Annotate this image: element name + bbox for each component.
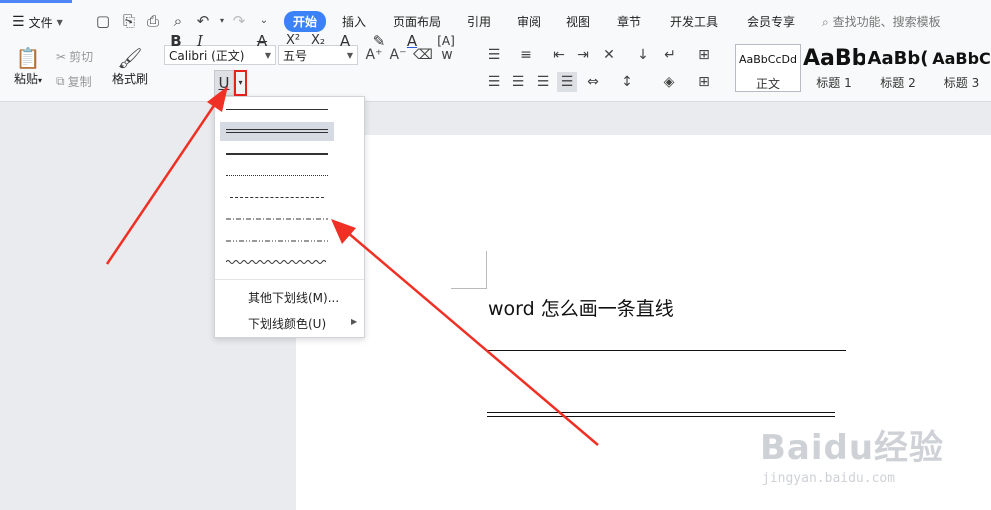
file-menu[interactable]: ☰ 文件 ▼ [12, 12, 63, 32]
numbered-list-icon[interactable]: ≡ [516, 45, 536, 65]
watermark-main: Baidu经验 [760, 428, 945, 468]
align-right-icon[interactable]: ☰ [533, 72, 553, 92]
document-text[interactable]: word 怎么画一条直线 [488, 294, 674, 321]
table-tools-icon[interactable]: ⊞ [694, 45, 714, 65]
brush-icon: 🖌 [117, 46, 143, 70]
more-underlines-item[interactable]: 其他下划线(M)... [248, 289, 339, 306]
line-spacing-icon[interactable]: ↕ [617, 72, 637, 92]
underline-option-single[interactable] [220, 100, 334, 119]
print-preview-icon[interactable]: ⌕ [169, 12, 187, 30]
clipboard-icon: 📋 [15, 46, 41, 70]
copy-button[interactable]: ⧉ 复制 [56, 73, 92, 90]
styles-gallery: AaBbCcDd 正文 AaBb 标题 1 AaBb( 标题 2 AaBbC 标… [735, 42, 991, 92]
underline-option-dashed[interactable] [220, 188, 334, 207]
tab-insert[interactable]: 插入 [342, 13, 366, 30]
increase-indent-icon[interactable]: ⇥ [573, 45, 593, 65]
underline-option-dotted[interactable] [220, 166, 334, 185]
highlight-icon[interactable]: ✎ [369, 30, 389, 52]
double-underline-line [487, 412, 835, 417]
underline-option-dash-dot-dot[interactable] [220, 232, 334, 251]
bold-button[interactable]: B [166, 30, 186, 52]
active-indicator [0, 0, 72, 3]
show-marks-icon[interactable]: ↵ [660, 45, 680, 65]
superscript-button[interactable]: X² [283, 30, 303, 52]
more-chevron-icon[interactable]: ⌄ [255, 12, 273, 30]
undo-chevron-icon[interactable]: ▾ [213, 12, 231, 30]
format-painter-label: 格式刷 [111, 72, 148, 86]
chevron-right-icon: ▶ [351, 317, 358, 326]
style-heading-2[interactable]: AaBb( 标题 2 [866, 44, 930, 92]
underline-dropdown-toggle[interactable]: ▾ [234, 70, 247, 96]
shading-icon[interactable]: ◈ [659, 72, 679, 92]
style-heading-3-sample: AaBbC [932, 49, 991, 68]
tab-view[interactable]: 视图 [566, 13, 590, 30]
char-border-icon[interactable]: [A] [436, 30, 456, 52]
tab-page-layout[interactable]: 页面布局 [393, 13, 441, 30]
watermark-url: jingyan.baidu.com [762, 471, 896, 486]
undo-icon[interactable]: ↶ [194, 12, 212, 30]
tab-member[interactable]: 会员专享 [747, 13, 795, 30]
underline-style-menu: 其他下划线(M)... 下划线颜色(U) ▶ [214, 96, 365, 338]
margin-corner-mark [451, 251, 487, 289]
sort-icon[interactable]: ↓ [633, 45, 653, 65]
text-effect-icon[interactable]: A [335, 30, 355, 52]
menu-bar: ☰ 文件 ▼ ▢ ⎘ ⎙ ⌕ ↶ ▾ ↷ ⌄ 开始 插入 页面布局 引用 审阅 … [0, 0, 991, 40]
redo-icon[interactable]: ↷ [230, 12, 248, 30]
style-heading-2-name: 标题 2 [880, 76, 916, 90]
save-icon[interactable]: ▢ [94, 12, 112, 30]
menu-divider [215, 279, 364, 280]
align-left-icon[interactable]: ☰ [484, 72, 504, 92]
format-painter-button[interactable]: 🖌 格式刷 [110, 46, 150, 87]
decrease-indent-icon[interactable]: ⇤ [549, 45, 569, 65]
align-center-icon[interactable]: ☰ [508, 72, 528, 92]
strikethrough-button[interactable]: A [252, 30, 272, 52]
borders-icon[interactable]: ⊞ [694, 72, 714, 92]
chevron-down-icon: ▼ [56, 17, 63, 27]
copy-icon: ⧉ [56, 74, 65, 88]
tab-references[interactable]: 引用 [467, 13, 491, 30]
single-underline-line [487, 350, 846, 351]
tab-review[interactable]: 审阅 [517, 13, 541, 30]
style-heading-1[interactable]: AaBb 标题 1 [803, 44, 865, 92]
style-heading-1-sample: AaBb [803, 46, 865, 71]
paste-label: 粘贴 [13, 72, 38, 86]
search-icon: ⌕ [822, 15, 829, 29]
underline-button[interactable]: U [214, 70, 234, 96]
scissors-icon: ✂ [56, 49, 67, 64]
tab-developer[interactable]: 开发工具 [670, 13, 718, 30]
arrow-to-underline [105, 103, 217, 265]
search-placeholder: 查找功能、搜索模板 [832, 15, 941, 29]
distribute-icon[interactable]: ⇔ [583, 72, 603, 92]
underline-option-dash-dot[interactable] [220, 210, 334, 229]
cut-label: 剪切 [69, 50, 94, 64]
copy-label: 复制 [67, 75, 92, 89]
underline-option-double[interactable] [220, 122, 334, 141]
underline-option-wavy[interactable] [220, 254, 334, 273]
italic-button[interactable]: I [190, 30, 210, 52]
style-heading-3-name: 标题 3 [943, 76, 980, 90]
font-color-icon[interactable]: A [402, 30, 422, 52]
export-pdf-icon[interactable]: ⎘ [120, 12, 138, 30]
bullet-list-icon[interactable]: ☰ [484, 45, 504, 65]
style-heading-1-name: 标题 1 [816, 76, 852, 90]
tab-section[interactable]: 章节 [617, 13, 641, 30]
hamburger-icon: ☰ [12, 14, 25, 30]
style-heading-3[interactable]: AaBbC 标题 3 [932, 44, 991, 92]
justify-icon[interactable]: ☰ [557, 72, 577, 92]
underline-color-item[interactable]: 下划线颜色(U) [248, 315, 326, 332]
subscript-button[interactable]: X₂ [308, 30, 328, 52]
baidu-jingyan-watermark: Baidu经验 jingyan.baidu.com [760, 420, 944, 486]
file-menu-label: 文件 [28, 15, 53, 30]
style-normal[interactable]: AaBbCcDd 正文 [735, 44, 801, 92]
paste-button[interactable]: 📋 粘贴▾ [10, 46, 46, 87]
tab-home[interactable]: 开始 [284, 11, 327, 32]
cut-button[interactable]: ✂ 剪切 [56, 48, 93, 65]
search-field[interactable]: ⌕ 查找功能、搜索模板 [822, 13, 941, 30]
underline-option-thick[interactable] [220, 144, 334, 163]
chinese-layout-icon[interactable]: ✕ [599, 45, 619, 65]
print-icon[interactable]: ⎙ [144, 12, 162, 30]
style-normal-name: 正文 [755, 77, 780, 91]
style-normal-sample: AaBbCcDd [739, 53, 797, 66]
style-heading-2-sample: AaBb( [867, 48, 929, 69]
